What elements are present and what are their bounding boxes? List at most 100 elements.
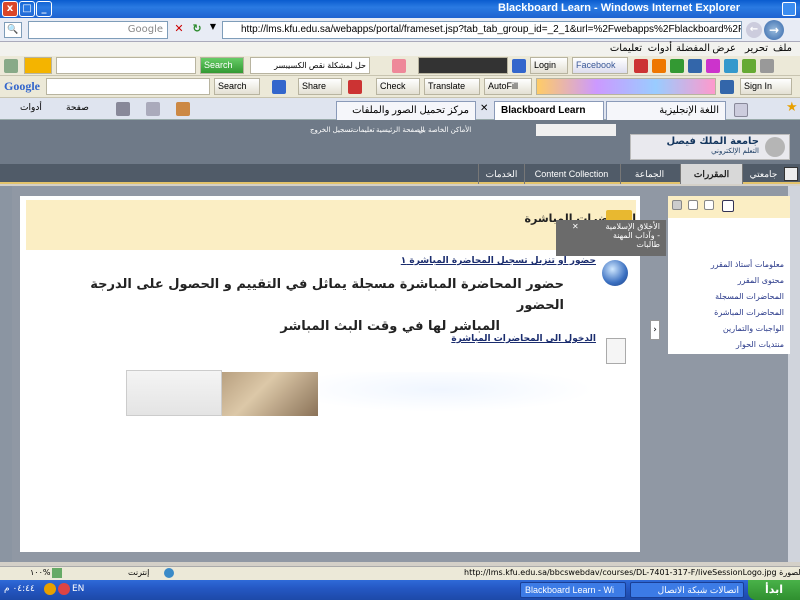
- toolbar-icon-4[interactable]: [688, 59, 702, 73]
- translate-button[interactable]: Translate: [424, 78, 480, 95]
- close-tab-icon[interactable]: ✕: [480, 103, 488, 114]
- feed-icon[interactable]: [146, 102, 160, 116]
- tab-english[interactable]: اللغة الإنجليزية: [606, 101, 726, 120]
- refresh-icon[interactable]: ↻: [190, 22, 204, 36]
- toolbar-icon-6[interactable]: [724, 59, 738, 73]
- menu-edit[interactable]: تحرير: [745, 43, 768, 54]
- internet-zone-icon: [164, 568, 174, 578]
- dropdown-arrow-icon[interactable]: ▼: [206, 22, 220, 36]
- menu-view-icon-3[interactable]: [722, 200, 734, 212]
- autofill-button[interactable]: AutoFill: [484, 78, 532, 95]
- notice-line-1: حضور المحاضرة المباشرة مسجلة يماثل في ال…: [90, 277, 564, 313]
- username-redacted: [536, 124, 616, 136]
- nav-menu-icon[interactable]: [784, 167, 798, 181]
- toolbar-search-button[interactable]: Search: [200, 57, 244, 74]
- add-icon[interactable]: [4, 59, 18, 73]
- tooltip-close-icon[interactable]: ✕: [572, 222, 579, 231]
- link-help[interactable]: تعليمات: [352, 126, 375, 134]
- plus-icon[interactable]: [272, 80, 286, 94]
- webmail-icon[interactable]: [24, 57, 52, 74]
- taskbar-button-network[interactable]: اتصالات شبكة الاتصال: [630, 582, 744, 598]
- course-menu-live[interactable]: المحاضرات المباشرة: [714, 308, 784, 317]
- toolbar-icon-8[interactable]: [760, 59, 774, 73]
- tab-content-collection[interactable]: Content Collection: [524, 164, 618, 184]
- live-search-input[interactable]: Google: [28, 21, 168, 39]
- menu-view-icon-2[interactable]: [704, 200, 714, 210]
- menu-view-icon-1[interactable]: [688, 200, 698, 210]
- back-button[interactable]: →: [764, 20, 784, 40]
- toolbar-icon-7[interactable]: [742, 59, 756, 73]
- home-icon[interactable]: [176, 102, 190, 116]
- google-search-input[interactable]: [46, 78, 210, 95]
- course-menu-content[interactable]: محتوى المقرر: [738, 276, 784, 285]
- language-indicator[interactable]: EN: [72, 584, 84, 594]
- document-icon: [606, 338, 626, 364]
- stop-icon[interactable]: ✕: [172, 22, 186, 36]
- bookmark-icon[interactable]: [348, 80, 362, 94]
- chat-icon[interactable]: [512, 59, 526, 73]
- toolbar-icon-2[interactable]: [652, 59, 666, 73]
- toolbar-links: Search حل لمشكلة نقص الكسيبسر Login Face…: [0, 56, 800, 76]
- tooltip-line-2: وآداب المهنة -: [612, 231, 660, 240]
- maximize-window-button[interactable]: □: [19, 1, 35, 17]
- bb-nav-tabs: جامعتي المقررات الدراسية الجماعة Content…: [0, 164, 800, 199]
- tab-community[interactable]: الجماعة: [620, 164, 678, 184]
- bookmarks-strip[interactable]: [536, 78, 716, 95]
- quick-tabs-icon[interactable]: [734, 103, 748, 117]
- start-button[interactable]: ابدأ: [748, 580, 800, 600]
- zoom-icon[interactable]: [52, 568, 62, 578]
- collapse-menu-toggle[interactable]: ›: [650, 320, 660, 340]
- check-button[interactable]: Check: [376, 78, 420, 95]
- media-player-bar[interactable]: [418, 57, 508, 74]
- page-dropdown[interactable]: صفحة: [46, 103, 89, 115]
- taskbar-button-blackboard[interactable]: Blackboard Learn - Wi: [520, 582, 626, 598]
- link-attend-recording[interactable]: حضور او تنزيل تسجيل المحاضرة المباشرة ١: [380, 256, 596, 266]
- wrench-icon[interactable]: [720, 80, 734, 94]
- google-search-button[interactable]: Search: [214, 78, 260, 95]
- course-menu-instructor[interactable]: معلومات أستاذ المقرر: [711, 260, 784, 269]
- link-my-places[interactable]: الأماكن الخاصة بي: [418, 126, 471, 134]
- menu-file[interactable]: ملف: [773, 43, 792, 54]
- forward-button[interactable]: ←: [746, 22, 762, 38]
- toolbar-ar-box[interactable]: حل لمشكلة نقص الكسيبسر: [250, 57, 370, 74]
- status-bar: http://lms.kfu.edu.sa/bbcswebdav/courses…: [0, 566, 800, 580]
- course-menu-forums[interactable]: منتديات الحوار: [736, 340, 784, 349]
- toolbar-icon-5[interactable]: [706, 59, 720, 73]
- minimize-window-button[interactable]: _: [36, 1, 52, 17]
- menu-view[interactable]: عرض: [712, 43, 736, 54]
- facebook-button[interactable]: Facebook: [572, 57, 628, 74]
- course-menu-assignments[interactable]: الواجبات والتمارين: [723, 324, 784, 333]
- link-logout[interactable]: تسجيل الخروج: [310, 126, 353, 134]
- url-field[interactable]: http://lms.kfu.edu.sa/webapps/portal/fra…: [222, 21, 742, 39]
- menu-tools[interactable]: أدوات: [648, 43, 672, 54]
- print-icon[interactable]: [116, 102, 130, 116]
- menu-help[interactable]: تعليمات: [610, 43, 642, 54]
- login-button[interactable]: Login: [530, 57, 568, 74]
- tools-dropdown[interactable]: أدوات: [4, 103, 42, 115]
- toolbar-icon-3[interactable]: [670, 59, 684, 73]
- search-go-icon[interactable]: 🔍: [4, 22, 22, 38]
- tab-courses[interactable]: المقررات الدراسية: [680, 164, 742, 199]
- zoom-level[interactable]: ١٠٠%: [30, 568, 51, 577]
- globe-icon: [602, 260, 628, 286]
- toolbar-search-input[interactable]: [56, 57, 196, 74]
- link-home[interactable]: الصفحة الرئيسية: [376, 126, 424, 134]
- tab-blackboard[interactable]: Blackboard Learn: [494, 101, 604, 120]
- tray-icon-2[interactable]: [58, 583, 70, 595]
- menu-refresh-icon[interactable]: [672, 200, 682, 210]
- close-window-button[interactable]: x: [2, 1, 18, 17]
- course-menu-recorded[interactable]: المحاضرات المسجلة: [715, 292, 784, 301]
- mail-icon[interactable]: [392, 59, 406, 73]
- menu-favorites[interactable]: المفضلة: [676, 43, 710, 54]
- toolbar-icon-1[interactable]: [634, 59, 648, 73]
- tab-my-institution[interactable]: جامعتي: [742, 164, 784, 184]
- tab-upload-center[interactable]: مركز تحميل الصور والملفات: [336, 101, 476, 120]
- ie-logo-icon: [782, 2, 796, 16]
- sign-in-button[interactable]: Sign In: [740, 78, 792, 95]
- link-enter-live[interactable]: الدخول الى المحاضرات المباشرة: [380, 334, 596, 344]
- share-button[interactable]: Share: [298, 78, 342, 95]
- tab-services[interactable]: الخدمات: [478, 164, 524, 184]
- favorites-star-icon[interactable]: ★: [786, 100, 798, 115]
- tray-icon-1[interactable]: [44, 583, 56, 595]
- window-title: Blackboard Learn - Windows Internet Expl…: [498, 2, 740, 14]
